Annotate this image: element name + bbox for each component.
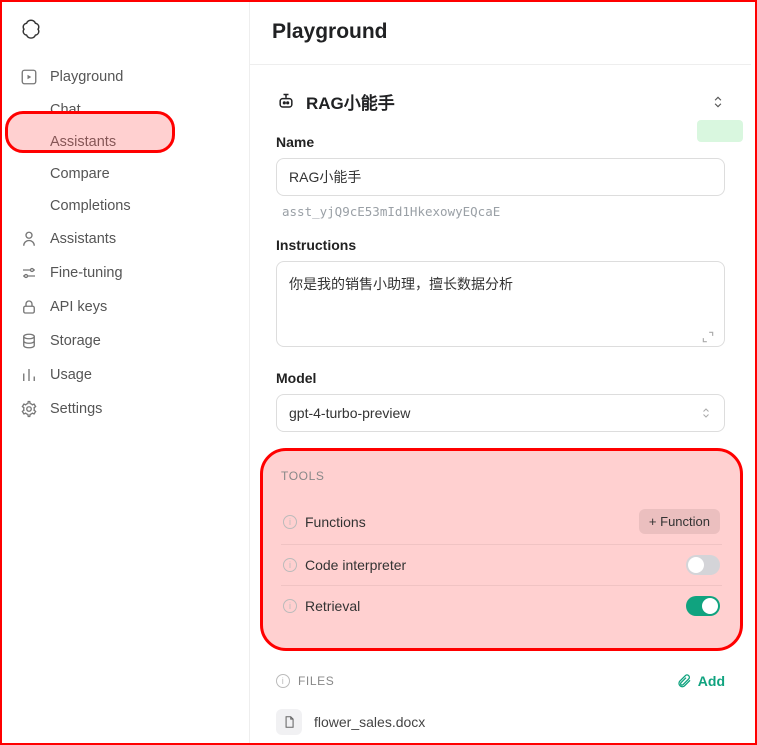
nav-label: Assistants <box>50 231 116 247</box>
retrieval-toggle[interactable] <box>686 596 720 616</box>
nav-label: Chat <box>50 102 81 118</box>
info-icon[interactable]: i <box>283 599 297 613</box>
robot-icon <box>20 230 38 248</box>
document-icon <box>276 709 302 735</box>
file-name: flower_sales.docx <box>314 714 425 730</box>
nav-label: API keys <box>50 299 107 315</box>
lock-icon <box>20 298 38 316</box>
sidebar-item-assistants-sub[interactable]: Assistants <box>2 126 249 158</box>
gear-icon <box>20 400 38 418</box>
sidebar-item-playground[interactable]: Playground <box>2 60 249 94</box>
tools-section: TOOLS i Functions + Function i Code inte… <box>260 448 743 651</box>
sidebar-item-fine-tuning[interactable]: Fine-tuning <box>2 256 249 290</box>
chevron-updown-icon <box>700 407 712 419</box>
tool-row-code-interpreter: i Code interpreter <box>281 544 722 585</box>
file-row[interactable]: flower_sales.docx <box>250 697 751 743</box>
instructions-textarea[interactable] <box>276 261 725 347</box>
model-select[interactable]: gpt-4-turbo-preview <box>276 394 725 432</box>
bar-chart-icon <box>20 366 38 384</box>
model-label: Model <box>276 370 725 386</box>
assistant-id: asst_yjQ9cE53mId1HkexowyEQcaE <box>276 196 725 219</box>
app-frame: Playground Chat Assistants Compare Compl… <box>0 0 757 745</box>
functions-label: Functions <box>305 514 366 530</box>
assistant-title: RAG小能手 <box>306 89 395 114</box>
nav-label: Usage <box>50 367 92 383</box>
sidebar: Playground Chat Assistants Compare Compl… <box>2 2 250 743</box>
sidebar-item-storage[interactable]: Storage <box>2 324 249 358</box>
assistant-editor: RAG小能手 Name asst_yjQ9cE53mId1HkexowyEQca… <box>250 65 751 743</box>
info-icon[interactable]: i <box>276 674 290 688</box>
assistant-header: RAG小能手 <box>250 65 751 134</box>
sliders-icon <box>20 264 38 282</box>
nav-label: Fine-tuning <box>50 265 123 281</box>
tools-heading: TOOLS <box>281 469 722 483</box>
retrieval-label: Retrieval <box>305 598 360 614</box>
code-interpreter-toggle[interactable] <box>686 555 720 575</box>
page-title: Playground <box>250 14 751 65</box>
model-value: gpt-4-turbo-preview <box>289 405 410 421</box>
nav-label: Completions <box>50 198 131 214</box>
files-header: i FILES Add <box>250 651 751 697</box>
tool-row-retrieval: i Retrieval <box>281 585 722 626</box>
nav-label: Playground <box>50 69 123 85</box>
nav-label: Assistants <box>50 134 116 150</box>
sidebar-item-compare[interactable]: Compare <box>2 158 249 190</box>
files-heading: FILES <box>298 674 334 688</box>
paperclip-icon <box>676 673 692 689</box>
database-icon <box>20 332 38 350</box>
info-icon[interactable]: i <box>283 558 297 572</box>
expand-collapse-icon[interactable] <box>711 95 725 109</box>
add-file-button[interactable]: Add <box>676 673 725 689</box>
sidebar-item-usage[interactable]: Usage <box>2 358 249 392</box>
sidebar-item-completions[interactable]: Completions <box>2 190 249 222</box>
name-label: Name <box>276 134 725 150</box>
expand-textarea-icon[interactable] <box>701 330 715 344</box>
sidebar-item-settings[interactable]: Settings <box>2 392 249 426</box>
nav-label: Compare <box>50 166 110 182</box>
sidebar-item-assistants[interactable]: Assistants <box>2 222 249 256</box>
openai-logo <box>20 18 42 40</box>
code-interpreter-label: Code interpreter <box>305 557 406 573</box>
sidebar-item-chat[interactable]: Chat <box>2 94 249 126</box>
play-square-icon <box>20 68 38 86</box>
instructions-label: Instructions <box>276 237 725 253</box>
nav-label: Settings <box>50 401 102 417</box>
tool-row-functions: i Functions + Function <box>281 499 722 544</box>
info-icon[interactable]: i <box>283 515 297 529</box>
active-sidebar-indicator <box>697 120 743 142</box>
sidebar-item-api-keys[interactable]: API keys <box>2 290 249 324</box>
add-label: Add <box>698 673 725 689</box>
nav-label: Storage <box>50 333 101 349</box>
robot-icon <box>276 92 296 112</box>
add-function-button[interactable]: + Function <box>639 509 720 534</box>
name-input[interactable] <box>276 158 725 196</box>
main-panel: Playground RAG小能手 Name asst_yjQ9cE53mId1… <box>250 2 755 743</box>
